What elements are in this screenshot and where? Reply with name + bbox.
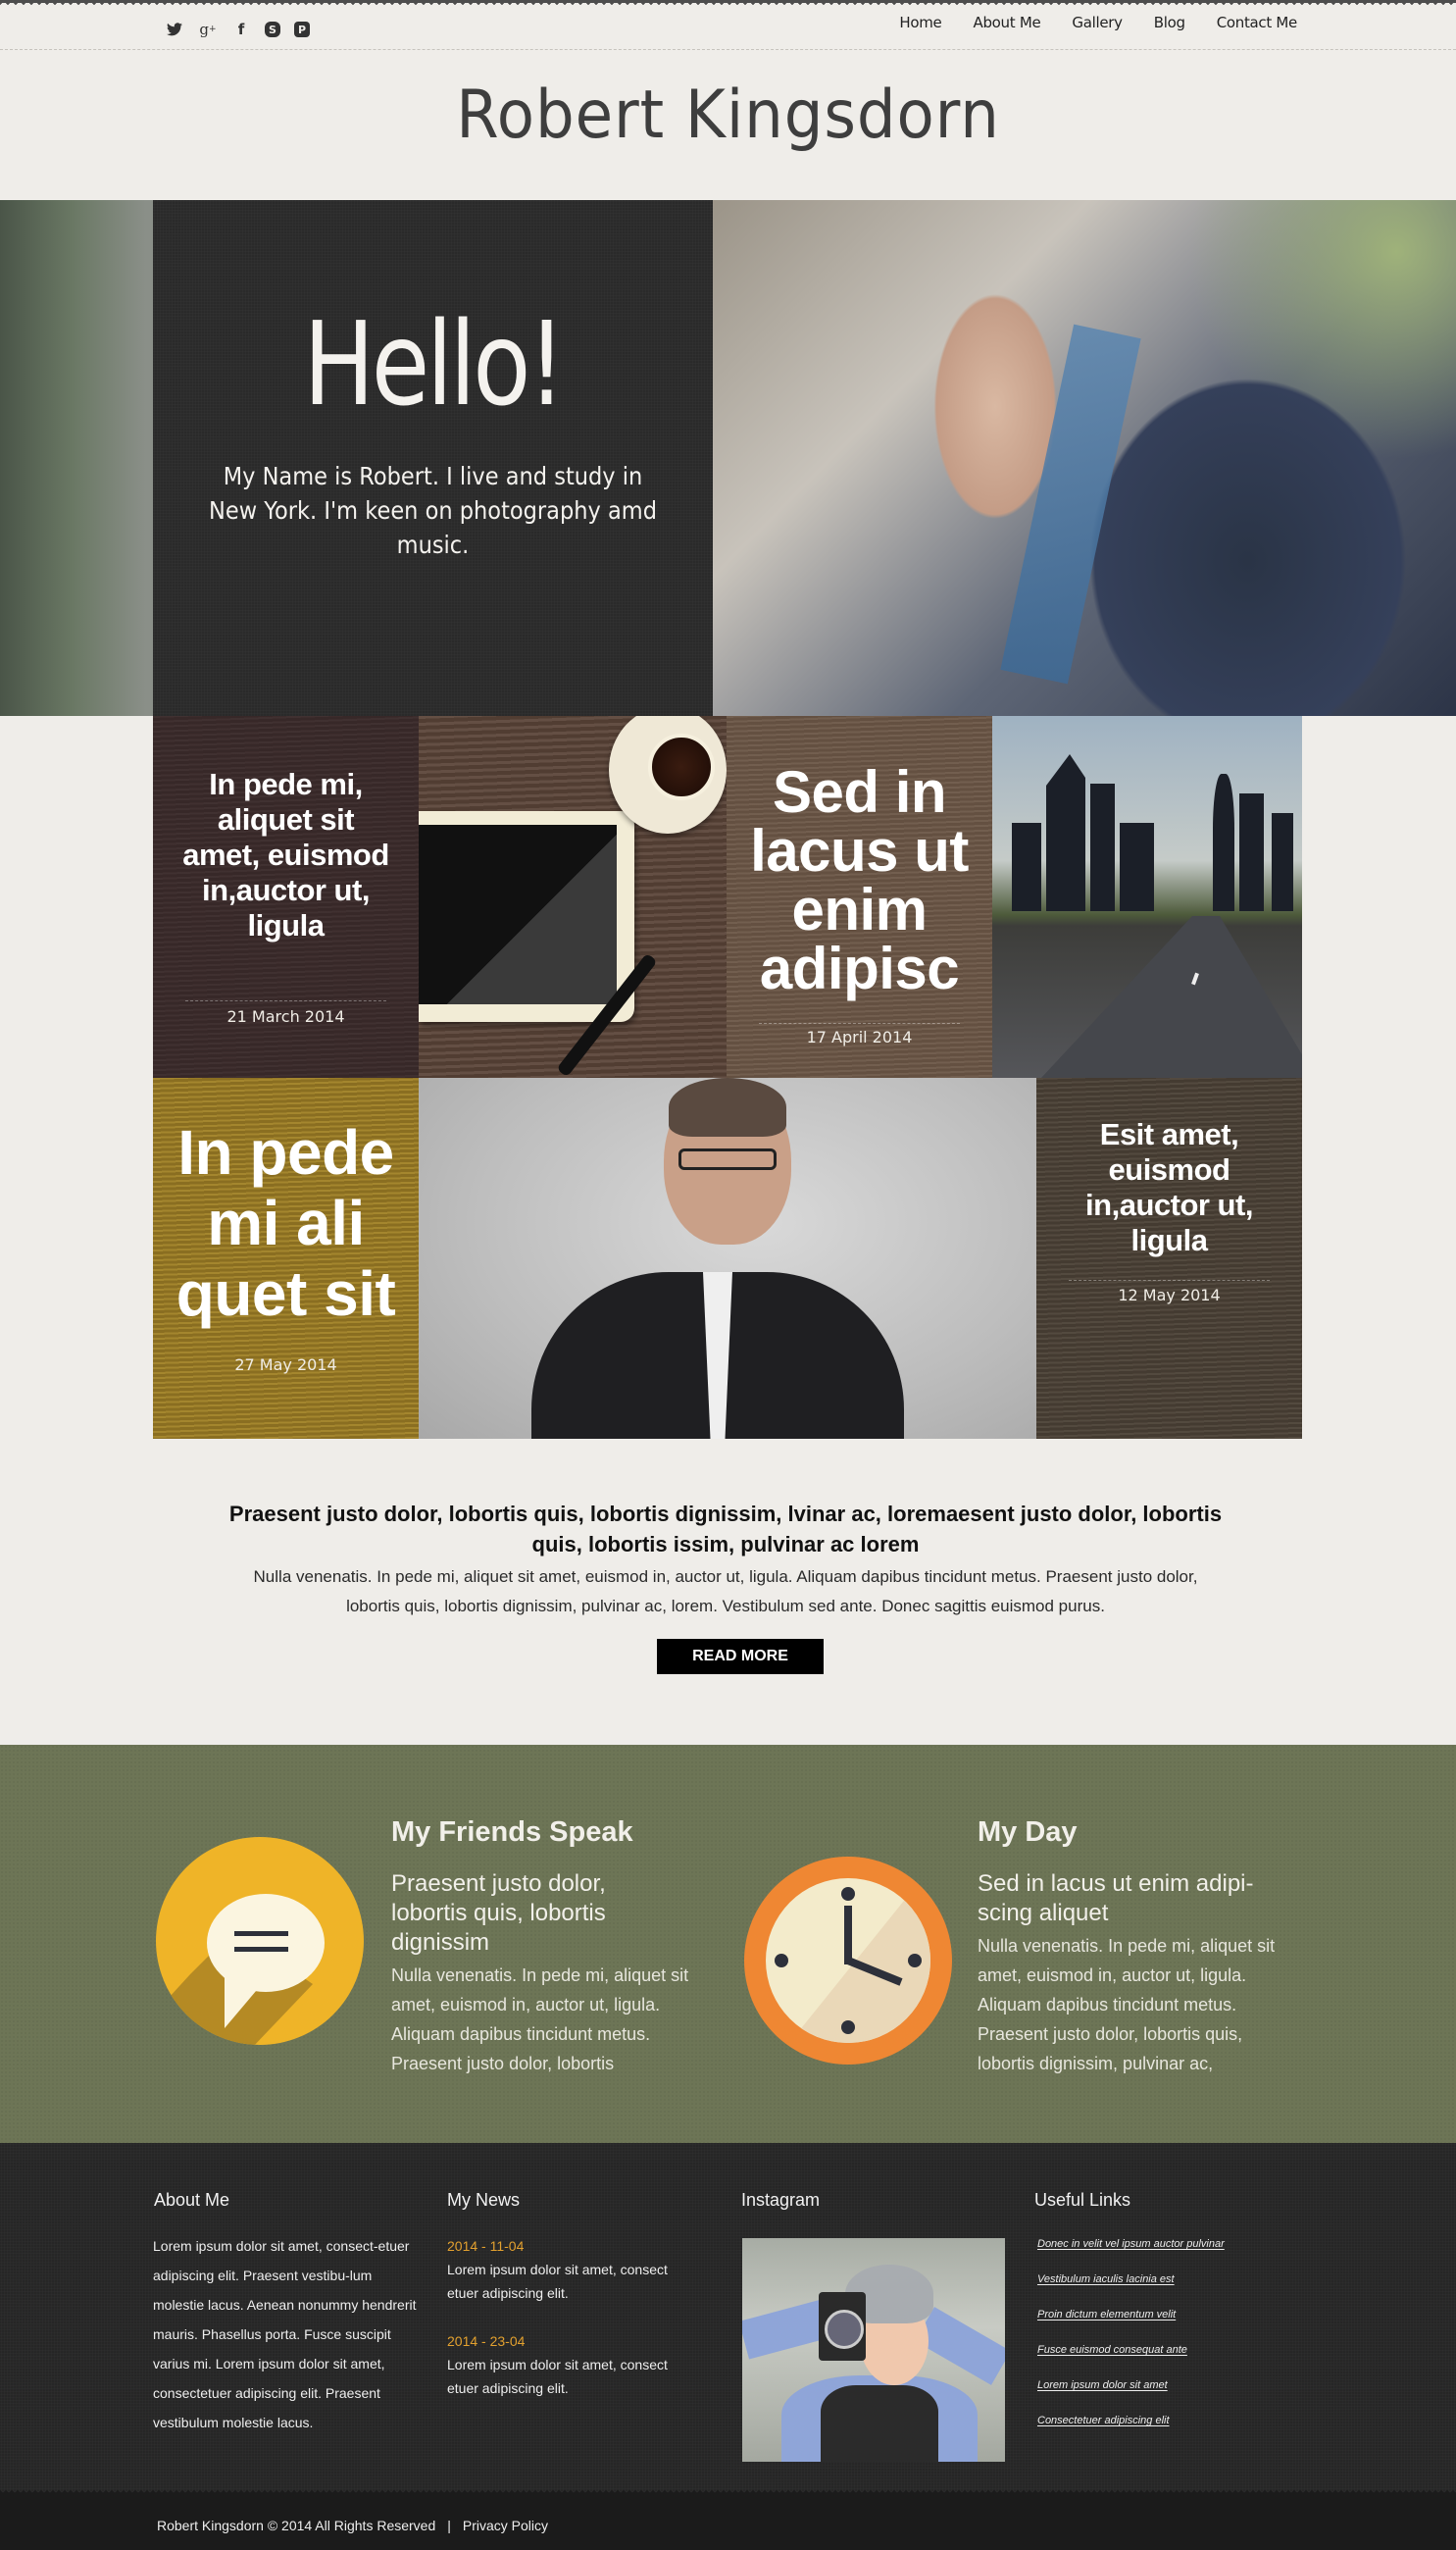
footer-instagram-heading: Instagram (741, 2190, 821, 2210)
photo-detail (1000, 324, 1141, 685)
tile-divider (184, 1000, 387, 1001)
hero-text: My Name is Robert. I live and study in N… (209, 462, 657, 559)
useful-link[interactable]: Lorem ipsum dolor sit amet (1037, 2379, 1168, 2391)
social-links: g + f S P (165, 20, 310, 39)
post-title: Esit amet, euismod in,auctor ut, ligula (1085, 1117, 1253, 1257)
hero-photo-man (713, 200, 1456, 716)
copyright-line: Robert Kingsdorn © 2014 All Rights Reser… (157, 2518, 548, 2533)
nav-about-me[interactable]: About Me (958, 14, 1057, 31)
feature-heading: My Day (978, 1816, 1078, 1848)
post-title: In pede mi, aliquet sit amet, euismod in… (182, 767, 389, 943)
clock-icon (744, 1857, 952, 2065)
instagram-photo[interactable] (742, 2238, 1005, 2462)
news-date: 2014 - 11-04 (447, 2238, 525, 2254)
post-date: 27 May 2014 (234, 1355, 337, 1374)
post-tile-1[interactable]: In pede mi, aliquet sit amet, euismod in… (153, 716, 419, 1078)
news-list: 2014 - 11-04 Lorem ipsum dolor sit amet,… (447, 2234, 692, 2400)
nav-home[interactable]: Home (883, 14, 957, 31)
nav-blog[interactable]: Blog (1138, 14, 1201, 31)
post-title: In pede mi ali quet sit (176, 1117, 396, 1329)
intro-title: Praesent justo dolor, lobortis quis, lob… (228, 1502, 1223, 1556)
useful-links-list: Donec in velit vel ipsum auctor pulvinar… (1037, 2234, 1225, 2446)
skype-icon[interactable]: S (265, 22, 280, 37)
feature-subheading: Praesent justo dolor, lobortis quis, lob… (391, 1870, 606, 1956)
photo-man-glasses (419, 1078, 1036, 1439)
news-item[interactable]: 2014 - 11-04 Lorem ipsum dolor sit amet,… (447, 2234, 692, 2305)
hero-intro-panel: Hello! My Name is Robert. I live and stu… (153, 200, 713, 716)
intro-body: Nulla venenatis. In pede mi, aliquet sit… (253, 1567, 1198, 1615)
speech-bubble-icon (156, 1837, 364, 2045)
hero-heading: Hello! (303, 296, 566, 432)
post-tile-4[interactable]: Esit amet, euismod in,auctor ut, ligula … (1036, 1078, 1302, 1439)
photo-tablet-coffee (419, 716, 727, 1078)
read-more-button[interactable]: READ MORE (657, 1639, 824, 1674)
footer-about-text: Lorem ipsum dolor sit amet, consect-etue… (153, 2238, 417, 2430)
tile-divider (1068, 1280, 1271, 1281)
pinterest-icon[interactable]: P (294, 22, 310, 37)
news-text: Lorem ipsum dolor sit amet, consect etue… (447, 2357, 668, 2396)
feature-body: Nulla venenatis. In pede mi, aliquet sit… (391, 1965, 689, 2073)
copyright-text: Robert Kingsdorn © 2014 All Rights Reser… (157, 2518, 436, 2533)
main-nav: Home About Me Gallery Blog Contact Me (883, 14, 1297, 31)
photo-city-road (992, 716, 1302, 1078)
facebook-icon[interactable]: f (231, 20, 251, 39)
twitter-icon[interactable] (165, 20, 184, 39)
header-divider (0, 49, 1456, 50)
useful-link[interactable]: Donec in velit vel ipsum auctor pulvinar (1037, 2238, 1225, 2250)
nav-gallery[interactable]: Gallery (1056, 14, 1137, 31)
news-date: 2014 - 23-04 (447, 2333, 526, 2349)
useful-link[interactable]: Consectetuer adipiscing elit (1037, 2415, 1170, 2426)
top-zigzag-border (0, 0, 1456, 8)
post-date: 12 May 2014 (1118, 1286, 1221, 1304)
post-tile-3[interactable]: In pede mi ali quet sit 27 May 2014 (153, 1078, 419, 1439)
news-item[interactable]: 2014 - 23-04 Lorem ipsum dolor sit amet,… (447, 2329, 692, 2400)
nav-contact-me[interactable]: Contact Me (1201, 14, 1298, 31)
feature-body: Nulla venenatis. In pede mi, aliquet sit… (978, 1936, 1276, 2073)
road-image (1041, 916, 1302, 1078)
feature-subheading: Sed in lacus ut enim adipi-scing aliquet (978, 1870, 1254, 1926)
camera-image (819, 2292, 866, 2361)
useful-link[interactable]: Vestibulum iaculis lacinia est (1037, 2273, 1175, 2285)
news-text: Lorem ipsum dolor sit amet, consect etue… (447, 2262, 668, 2301)
post-tile-2[interactable]: Sed in lacus ut enim adipisc 17 April 20… (727, 716, 992, 1078)
feature-heading: My Friends Speak (391, 1816, 633, 1848)
post-date: 17 April 2014 (806, 1028, 913, 1046)
tablet-image (419, 811, 634, 1022)
footer-news-heading: My News (447, 2190, 521, 2210)
site-title[interactable]: Robert Kingsdorn (58, 76, 1397, 154)
tile-divider (758, 1023, 961, 1024)
separator: | (447, 2518, 451, 2533)
useful-link[interactable]: Proin dictum elementum velit (1037, 2309, 1176, 2320)
footer-links-heading: Useful Links (1034, 2190, 1131, 2210)
post-title: Sed in lacus ut enim adipisc (750, 759, 969, 1001)
privacy-policy-link[interactable]: Privacy Policy (463, 2518, 548, 2533)
google-plus-icon[interactable]: g + (198, 20, 218, 39)
coffee-cup-image (609, 716, 727, 834)
useful-link[interactable]: Fusce euismod consequat ante (1037, 2344, 1187, 2356)
footer-about-heading: About Me (154, 2190, 230, 2210)
post-date: 21 March 2014 (226, 1007, 345, 1026)
